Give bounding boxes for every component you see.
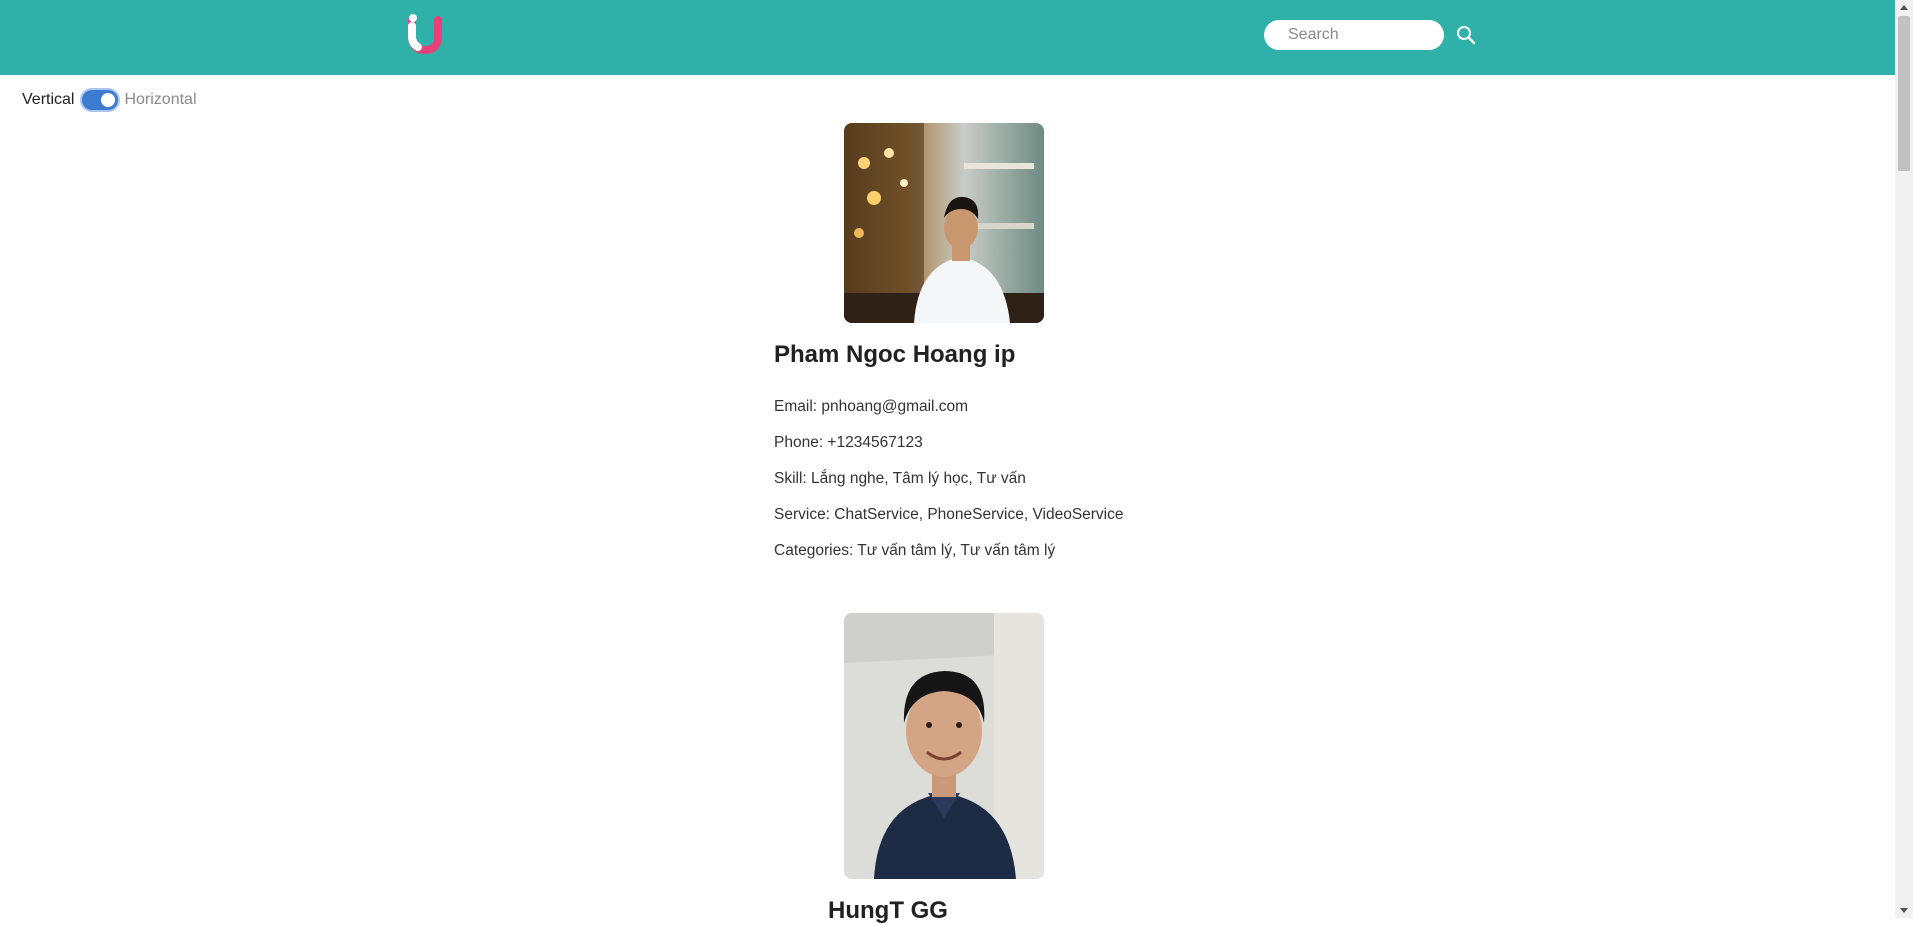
profile-service: Service: ChatService, PhoneService, Vide… <box>774 506 1124 523</box>
profile-categories: Categories: Tư vấn tâm lý, Tư vấn tâm lý <box>774 542 1056 559</box>
profile-name: HungT GG <box>828 897 948 924</box>
profile-email: Email: pnhoang@gmail.com <box>774 398 969 415</box>
search-icon[interactable] <box>1455 24 1477 46</box>
profile-skill: Skill: Lắng nghe, Tâm lý học, Tư vấn <box>774 470 1026 487</box>
toggle-label-horizontal: Horizontal <box>124 91 197 108</box>
scrollbar-thumb[interactable] <box>1898 16 1910 171</box>
scroll-down-arrow-icon[interactable] <box>1900 908 1908 913</box>
person-photo-bar-background-icon <box>844 123 1044 323</box>
toggle-label-vertical: Vertical <box>22 91 75 108</box>
profile-phone: Phone: +1234567123 <box>774 434 923 451</box>
brand-logo-icon[interactable] <box>404 14 446 54</box>
toggle-knob <box>101 93 116 107</box>
search-input[interactable] <box>1264 20 1444 50</box>
layout-toggle-switch[interactable] <box>82 90 119 110</box>
person-photo-wall-background-icon <box>844 613 1044 879</box>
page-scrollbar[interactable] <box>1895 0 1913 918</box>
profile-photo[interactable] <box>844 613 1044 879</box>
profile-name: Pham Ngoc Hoang ip <box>774 341 1016 368</box>
scroll-up-arrow-icon[interactable] <box>1900 5 1908 10</box>
top-header-bar <box>0 0 1895 75</box>
layout-toggle: Vertical Horizontal <box>22 87 197 113</box>
profile-photo[interactable] <box>844 123 1044 323</box>
